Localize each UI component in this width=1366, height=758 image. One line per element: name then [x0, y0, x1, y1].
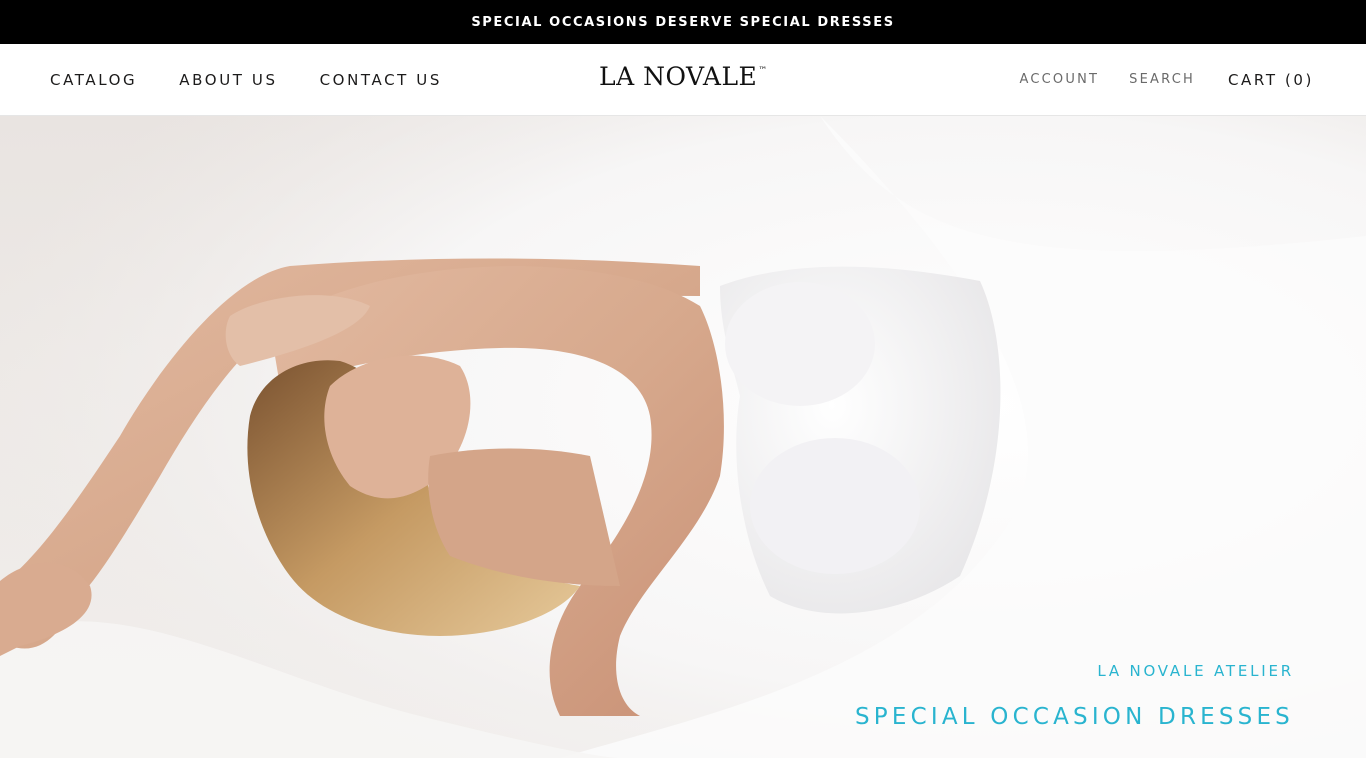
secondary-nav: ACCOUNT SEARCH CART (0) — [990, 44, 1314, 115]
search-link[interactable]: SEARCH — [1129, 72, 1195, 87]
hero-title[interactable]: SPECIAL OCCASION DRESSES — [855, 704, 1294, 730]
primary-nav: CATALOG ABOUT US CONTACT US — [50, 44, 484, 115]
brand-logo[interactable]: LA NOVALE ™ — [599, 62, 768, 98]
logo-wordmark: LA NOVALE — [599, 62, 758, 91]
site-header: CATALOG ABOUT US CONTACT US LA NOVALE ™ … — [0, 44, 1366, 116]
nav-about-us[interactable]: ABOUT US — [179, 71, 277, 89]
nav-contact-us[interactable]: CONTACT US — [320, 71, 442, 89]
hero-subtitle: LA NOVALE ATELIER — [1097, 662, 1294, 680]
hero-banner[interactable]: LA NOVALE ATELIER SPECIAL OCCASION DRESS… — [0, 116, 1366, 758]
bodice-cup-top — [725, 282, 875, 406]
announcement-bar: SPECIAL OCCASIONS DESERVE SPECIAL DRESSE… — [0, 0, 1366, 44]
nav-catalog[interactable]: CATALOG — [50, 71, 137, 89]
account-link[interactable]: ACCOUNT — [1020, 72, 1100, 87]
announcement-text: SPECIAL OCCASIONS DESERVE SPECIAL DRESSE… — [471, 14, 895, 30]
cart-link[interactable]: CART (0) — [1228, 71, 1314, 89]
trademark-symbol: ™ — [758, 66, 768, 76]
bodice-cup-bottom — [750, 438, 920, 574]
